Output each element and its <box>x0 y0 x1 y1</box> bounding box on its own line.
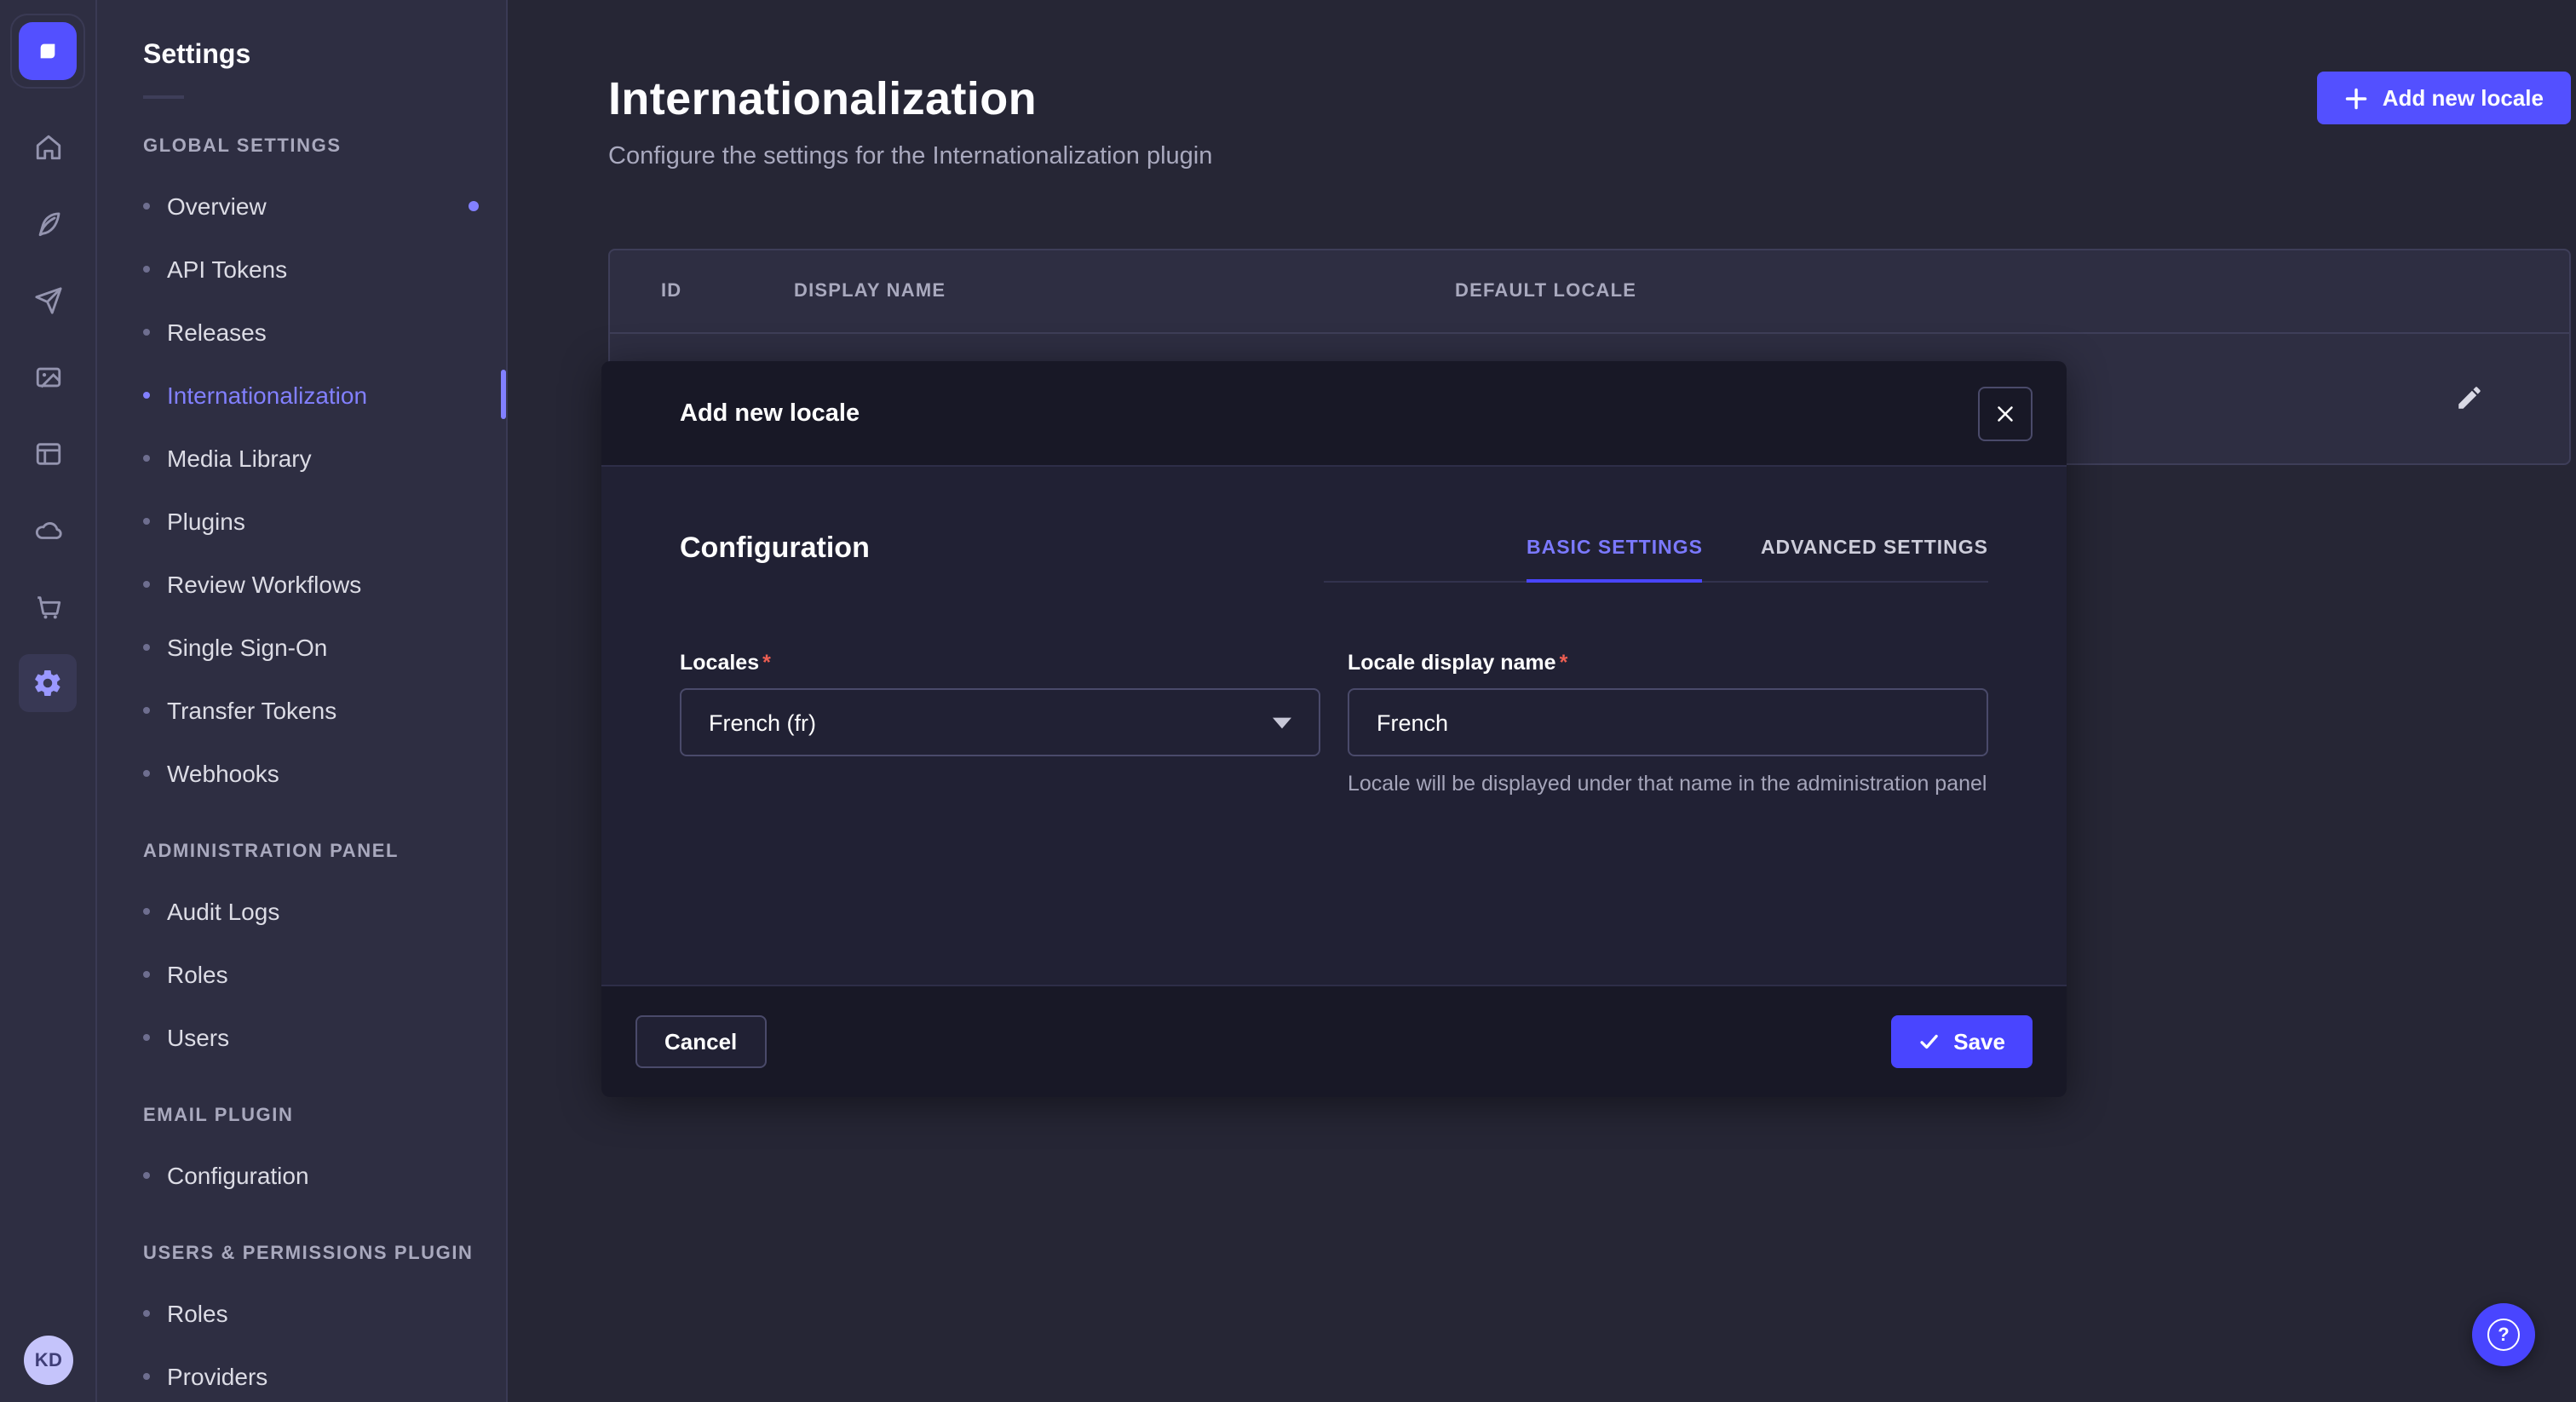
locales-select[interactable]: French (fr) <box>680 688 1320 756</box>
locales-field: Locales* French (fr) <box>680 651 1320 800</box>
app-root: KD Settings GLOBAL SETTINGS Overview API… <box>0 0 2576 1402</box>
cancel-button[interactable]: Cancel <box>635 1015 766 1068</box>
help-button[interactable]: ? <box>2472 1303 2535 1366</box>
display-name-hint: Locale will be displayed under that name… <box>1348 770 1988 800</box>
add-locale-modal: Add new locale Configuration BASIC SETTI… <box>601 361 2067 1097</box>
required-asterisk: * <box>1560 651 1568 675</box>
modal-body: Configuration BASIC SETTINGS ADVANCED SE… <box>601 467 2067 985</box>
save-button[interactable]: Save <box>1890 1015 2033 1068</box>
required-asterisk: * <box>762 651 771 675</box>
save-label: Save <box>1953 1029 2005 1054</box>
modal-tabs: BASIC SETTINGS ADVANCED SETTINGS <box>1324 538 1988 583</box>
close-icon[interactable] <box>1978 386 2033 440</box>
locales-label: Locales* <box>680 651 1320 675</box>
chevron-down-icon <box>1273 716 1291 728</box>
display-name-input[interactable] <box>1348 688 1988 756</box>
question-mark-icon: ? <box>2487 1319 2520 1351</box>
configuration-heading: Configuration <box>680 531 870 566</box>
check-icon <box>1918 1031 1940 1053</box>
tab-basic-settings[interactable]: BASIC SETTINGS <box>1527 538 1703 581</box>
locales-select-value: French (fr) <box>709 710 816 735</box>
modal-title: Add new locale <box>680 399 860 427</box>
locale-form: Locales* French (fr) Locale display name… <box>680 651 1988 800</box>
display-name-label-text: Locale display name <box>1348 651 1556 675</box>
modal-footer: Cancel Save <box>601 985 2067 1097</box>
display-name-field: Locale display name* Locale will be disp… <box>1348 651 1988 800</box>
display-name-label: Locale display name* <box>1348 651 1988 675</box>
configuration-row: Configuration BASIC SETTINGS ADVANCED SE… <box>680 531 1988 583</box>
modal-header: Add new locale <box>601 361 2067 467</box>
tab-advanced-settings[interactable]: ADVANCED SETTINGS <box>1761 538 1988 581</box>
locales-label-text: Locales <box>680 651 759 675</box>
